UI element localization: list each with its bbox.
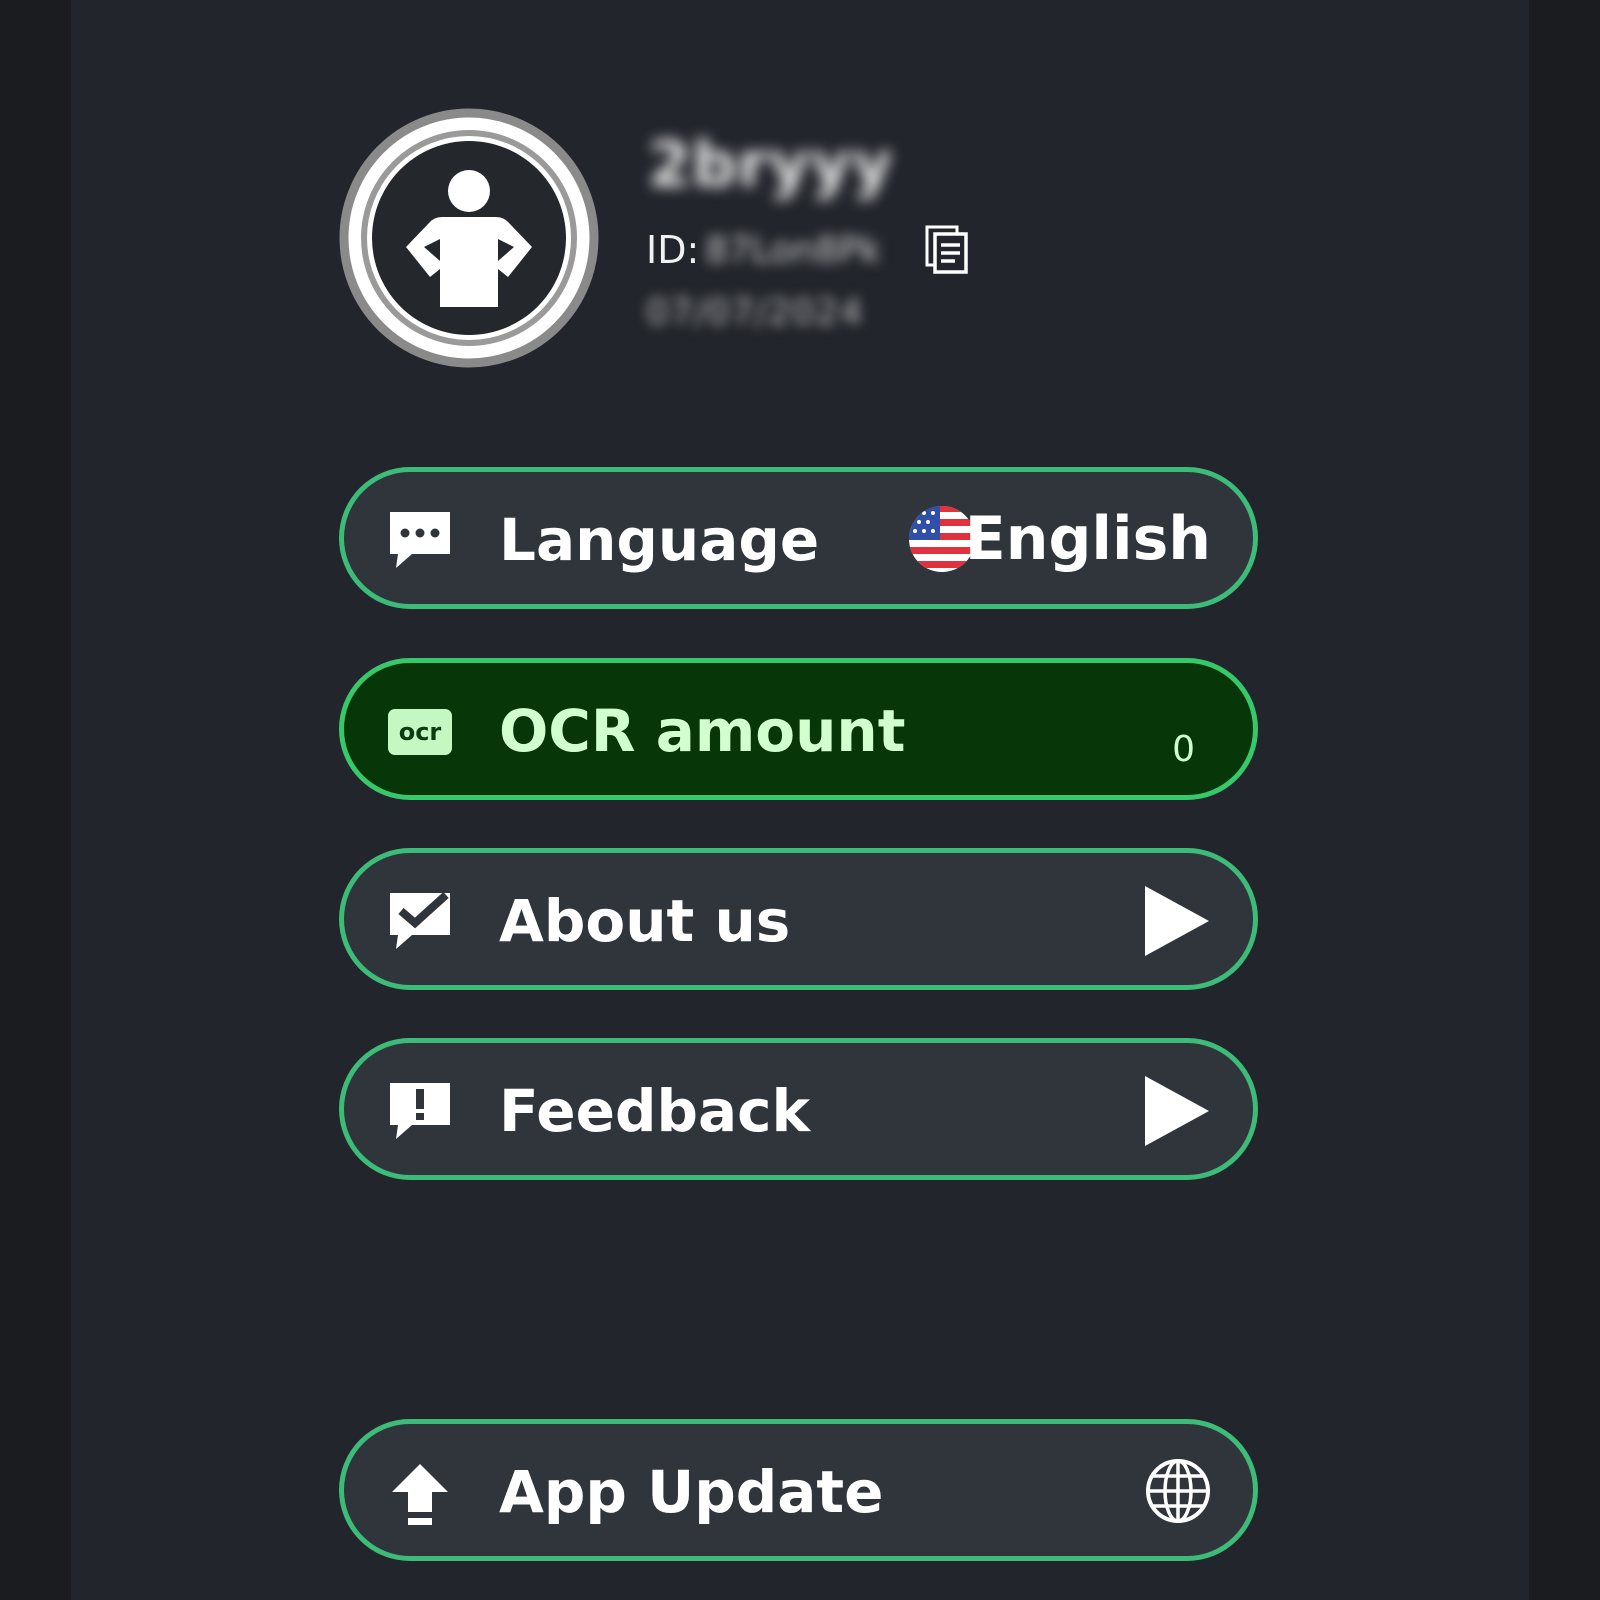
ocr-amount-value: 0 <box>1172 729 1195 770</box>
copy-icon[interactable] <box>925 225 969 275</box>
chat-bubble-icon <box>390 512 450 568</box>
language-button[interactable]: Language English <box>339 467 1258 609</box>
registration-date: 07/07/2024 <box>646 292 864 333</box>
app-screen: 2bryyy ID: 87Lon8Pk 07/07/2024 Language <box>0 0 1600 1600</box>
about-us-label: About us <box>499 887 791 955</box>
id-value: 87Lon8Pk <box>705 229 881 271</box>
user-id-row: ID: 87Lon8Pk <box>646 222 969 278</box>
id-label: ID: <box>646 228 700 272</box>
checkmark-bubble-icon <box>390 892 450 949</box>
ocr-icon: ocr <box>388 709 452 755</box>
exclamation-bubble-icon <box>390 1083 450 1139</box>
about-us-button[interactable]: About us <box>339 848 1258 990</box>
language-value: English <box>964 504 1211 574</box>
chevron-right-icon <box>1145 1076 1209 1146</box>
avatar[interactable] <box>338 107 600 369</box>
chevron-right-icon <box>1145 886 1209 956</box>
username: 2bryyy <box>648 128 894 201</box>
upload-arrow-icon <box>392 1464 448 1525</box>
globe-icon <box>1146 1459 1210 1523</box>
language-label: Language <box>499 506 820 574</box>
ocr-amount-button[interactable]: ocr OCR amount 0 <box>339 658 1258 800</box>
app-update-label: App Update <box>499 1458 884 1526</box>
svg-text:ocr: ocr <box>399 718 442 746</box>
feedback-label: Feedback <box>499 1077 811 1145</box>
user-avatar-icon <box>339 108 599 368</box>
app-update-button[interactable]: App Update <box>339 1419 1258 1561</box>
ocr-amount-label: OCR amount <box>499 697 906 765</box>
feedback-button[interactable]: Feedback <box>339 1038 1258 1180</box>
